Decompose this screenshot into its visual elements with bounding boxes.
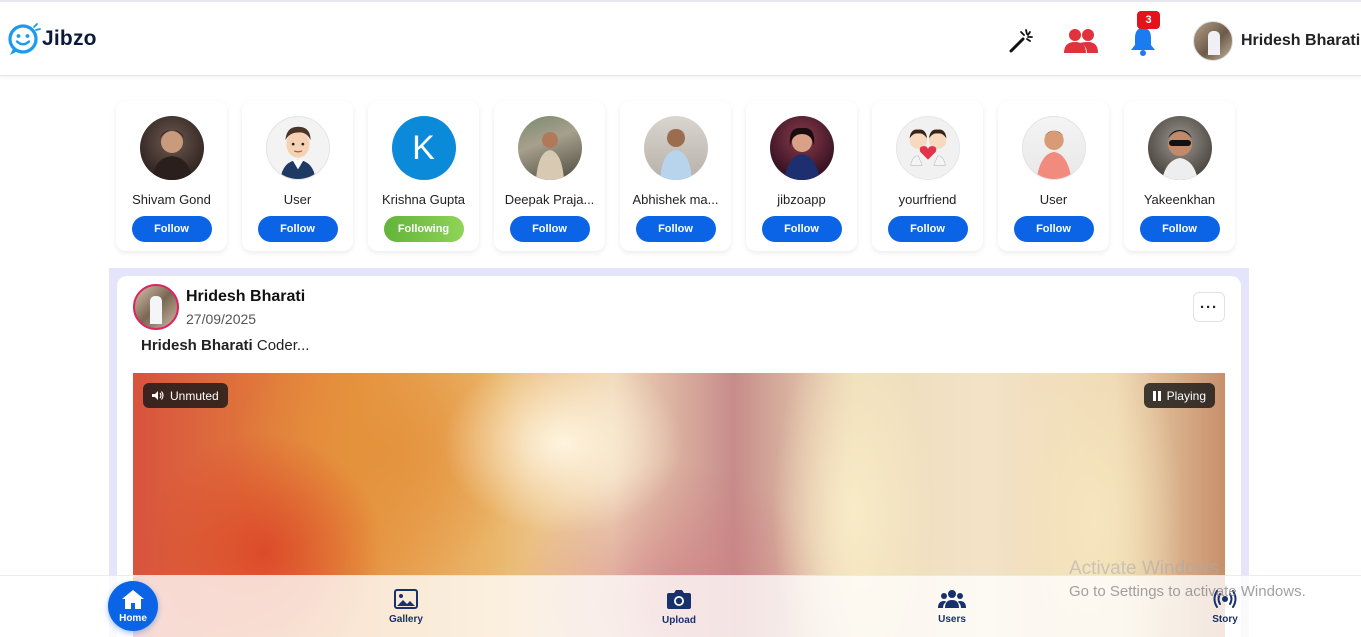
follow-button[interactable]: Follow (1013, 216, 1094, 242)
speaker-icon (152, 391, 164, 400)
avatar[interactable] (1021, 116, 1086, 180)
app-name: Jibzo (42, 27, 97, 50)
camera-icon (667, 589, 691, 609)
nav-users[interactable]: Users (907, 576, 997, 637)
nav-home-label: Home (119, 612, 147, 624)
post-options-button[interactable]: ··· (1193, 292, 1225, 322)
home-icon (122, 589, 144, 609)
avatar[interactable] (895, 116, 960, 180)
suggestion-name: yourfriend (898, 192, 957, 207)
follow-button[interactable]: Follow (635, 216, 716, 242)
suggestion-card: User Follow (242, 101, 353, 251)
profile-menu[interactable]: Hridesh Bharati (1193, 21, 1360, 61)
following-button[interactable]: Following (383, 216, 464, 242)
users-icon (938, 590, 966, 608)
suggestion-name: User (1039, 192, 1068, 207)
suggestion-name: jibzoapp (777, 192, 826, 207)
suggestion-name: Abhishek ma... (632, 192, 719, 207)
suggestion-card: K Krishna Gupta Following (368, 101, 479, 251)
pause-icon (1152, 390, 1161, 401)
mute-label: Unmuted (170, 388, 219, 403)
post-author-avatar[interactable] (133, 284, 179, 330)
nav-home[interactable]: Home (108, 581, 158, 631)
top-header: Jibzo 3 Hridesh Bharati (0, 0, 1361, 76)
avatar[interactable] (517, 116, 582, 180)
nav-story[interactable]: Story (1180, 576, 1270, 637)
avatar-initial: K (412, 128, 435, 167)
follow-button[interactable]: Follow (761, 216, 842, 242)
nav-story-label: Story (1212, 614, 1238, 625)
suggestion-card: Yakeenkhan Follow (1124, 101, 1235, 251)
nav-gallery[interactable]: Gallery (361, 576, 451, 637)
nav-gallery-label: Gallery (389, 614, 423, 625)
follow-button[interactable]: Follow (1139, 216, 1220, 242)
suggestion-name: User (283, 192, 312, 207)
suggestion-name: Deepak Praja... (504, 192, 595, 207)
suggestion-card: jibzoapp Follow (746, 101, 857, 251)
avatar[interactable] (139, 116, 204, 180)
chat-smile-logo-icon (7, 22, 41, 56)
app-logo[interactable]: Jibzo (7, 22, 97, 56)
nav-upload-label: Upload (662, 614, 696, 626)
post-date: 27/09/2025 (186, 311, 257, 327)
image-icon (394, 589, 418, 609)
broadcast-icon (1213, 590, 1237, 608)
mute-toggle-button[interactable]: Unmuted (143, 383, 228, 408)
suggestion-card: Abhishek ma... Follow (620, 101, 731, 251)
suggested-users: Shivam Gond Follow User Follow K Krishna… (116, 101, 1235, 251)
avatar[interactable] (1147, 116, 1212, 180)
caption-author[interactable]: Hridesh Bharati (141, 337, 253, 354)
nav-users-label: Users (938, 614, 966, 625)
follow-button[interactable]: Follow (887, 216, 968, 242)
follow-button[interactable]: Follow (509, 216, 590, 242)
suggestion-card: Shivam Gond Follow (116, 101, 227, 251)
caption-text: Coder... (256, 337, 310, 354)
nav-upload[interactable]: Upload (634, 576, 724, 637)
magic-wand-icon[interactable] (1004, 24, 1038, 58)
play-toggle-button[interactable]: Playing (1143, 383, 1215, 408)
post-author-name[interactable]: Hridesh Bharati (186, 288, 305, 306)
more-dots-icon: ··· (1200, 298, 1218, 316)
suggestion-card: Deepak Praja... Follow (494, 101, 605, 251)
profile-name: Hridesh Bharati (1241, 32, 1361, 49)
play-label: Playing (1166, 388, 1206, 403)
friends-icon[interactable] (1062, 24, 1100, 58)
avatar[interactable] (265, 116, 330, 180)
follow-button[interactable]: Follow (257, 216, 338, 242)
suggestion-card: User Follow (998, 101, 1109, 251)
suggestion-name: Yakeenkhan (1143, 192, 1216, 207)
suggestion-name: Krishna Gupta (381, 192, 466, 207)
follow-button[interactable]: Follow (131, 216, 212, 242)
avatar[interactable] (769, 116, 834, 180)
avatar[interactable]: K (391, 116, 456, 180)
suggestion-card: yourfriend Follow (872, 101, 983, 251)
notification-badge: 3 (1137, 11, 1160, 29)
bottom-navigation: Home Gallery Upload Users Story (0, 575, 1361, 637)
bell-icon[interactable] (1126, 24, 1160, 58)
post-caption: Hridesh Bharati Coder... (141, 337, 309, 354)
avatar (1193, 21, 1233, 61)
avatar[interactable] (643, 116, 708, 180)
suggestion-name: Shivam Gond (132, 192, 211, 207)
